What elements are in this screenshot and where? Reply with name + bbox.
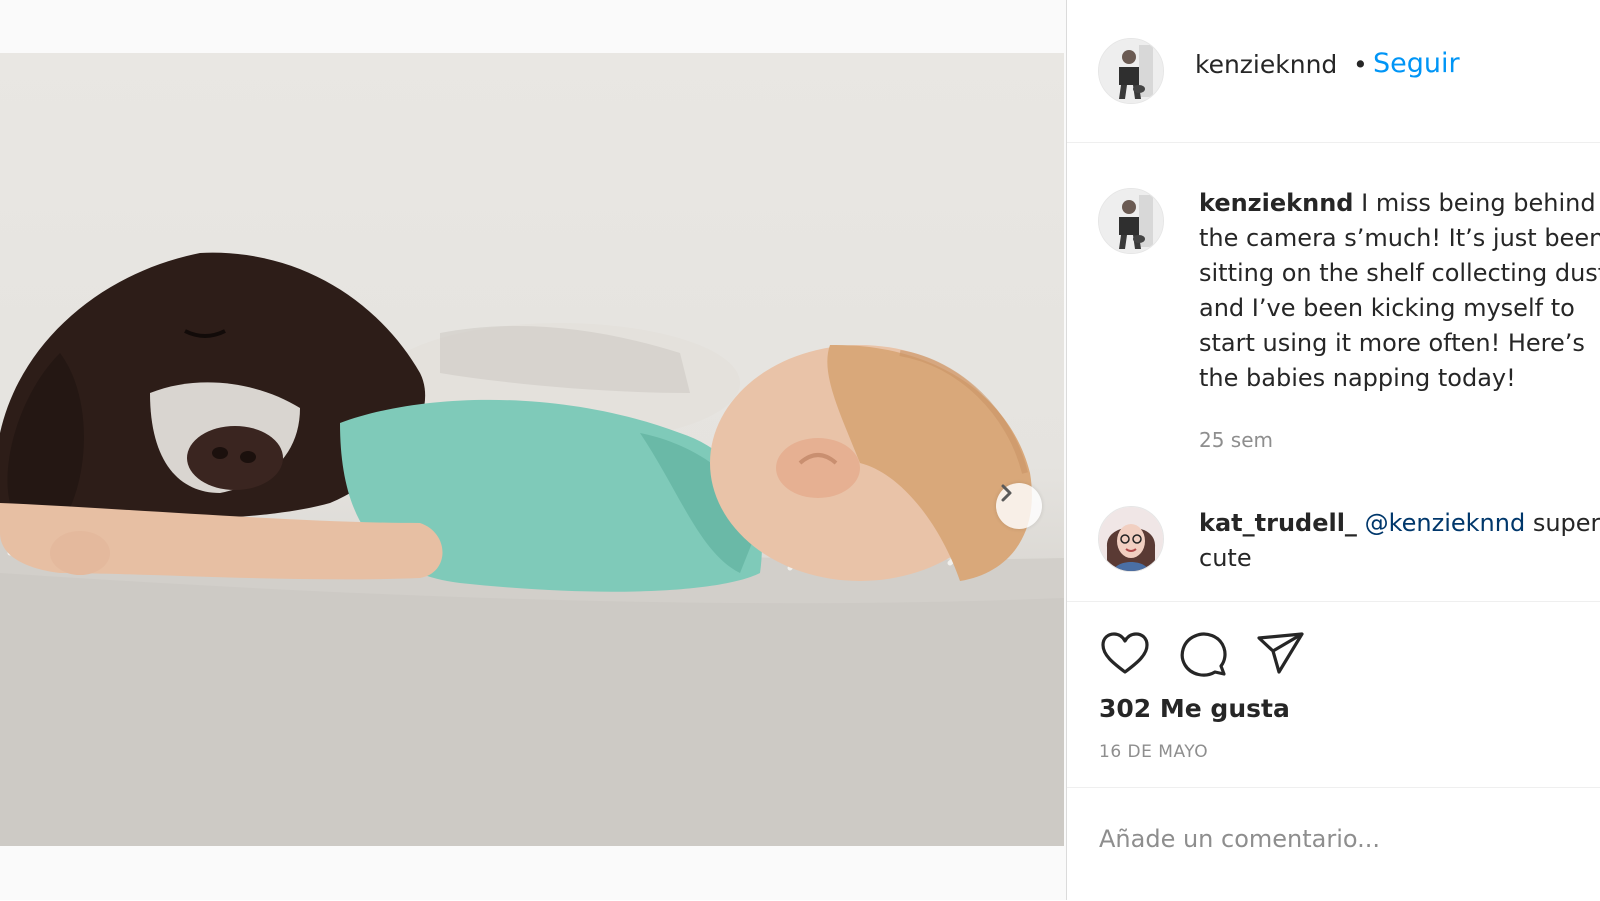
comment-mention[interactable]: @kenzieknnd	[1365, 509, 1526, 537]
comment-button[interactable]	[1177, 628, 1229, 680]
photo-illustration	[0, 252, 1064, 846]
person-avatar-icon	[1099, 507, 1163, 571]
add-comment-box	[1067, 787, 1600, 901]
person-avatar-icon	[1099, 39, 1163, 103]
person-avatar-icon	[1099, 189, 1163, 253]
author-username[interactable]: kenzieknnd	[1195, 50, 1337, 79]
heart-icon	[1101, 632, 1149, 674]
follow-button[interactable]: Seguir	[1373, 48, 1460, 79]
comment-icon	[1180, 632, 1227, 677]
likes-count[interactable]: 302 Me gusta	[1099, 694, 1290, 723]
share-button[interactable]	[1255, 628, 1307, 680]
caption-text: I miss being behind the camera s’much! I…	[1199, 189, 1600, 392]
paper-plane-icon	[1257, 632, 1304, 674]
post-media-panel	[0, 0, 1066, 900]
commenter-avatar[interactable]	[1098, 506, 1164, 572]
post-photo[interactable]	[0, 53, 1064, 846]
caption-username[interactable]: kenzieknnd	[1199, 189, 1353, 217]
post-caption: kenzieknnd I miss being behind the camer…	[1199, 186, 1600, 396]
chevron-right-icon	[1001, 484, 1012, 502]
post-side-panel: kenzieknnd • Seguir kenzieknnd I miss be…	[1066, 0, 1600, 900]
post-date[interactable]: 16 DE MAYO	[1099, 742, 1208, 762]
separator-dot: •	[1353, 50, 1368, 79]
add-comment-input[interactable]	[1097, 818, 1581, 860]
post-time-ago[interactable]: 25 sem	[1199, 428, 1273, 452]
commenter-username[interactable]: kat_trudell_	[1199, 509, 1357, 537]
post-header: kenzieknnd • Seguir	[1067, 0, 1600, 143]
comment-text: kat_trudell_ @kenzieknnd super cute	[1199, 506, 1600, 576]
like-button[interactable]	[1099, 628, 1151, 680]
author-avatar[interactable]	[1098, 38, 1164, 104]
caption-author-avatar[interactable]	[1098, 188, 1164, 254]
action-divider	[1067, 601, 1600, 602]
next-image-button[interactable]	[996, 483, 1042, 529]
